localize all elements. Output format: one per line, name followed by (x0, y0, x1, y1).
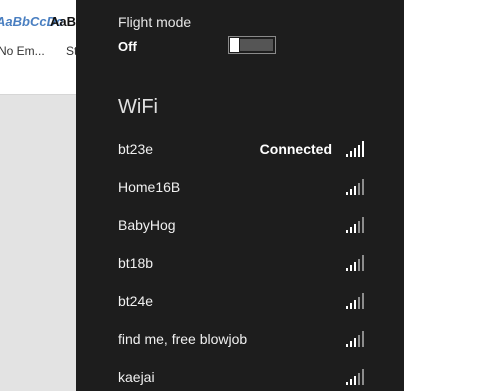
wifi-network-item[interactable]: Home16B (76, 169, 404, 207)
wifi-signal-icon (346, 254, 366, 271)
wifi-signal-icon (346, 140, 366, 157)
network-name: Home16B (118, 179, 181, 195)
wifi-network-item[interactable]: BabyHog (76, 207, 404, 245)
network-name: bt23e (118, 141, 154, 157)
wifi-network-item[interactable]: bt18b (76, 245, 404, 283)
networks-panel: Flight mode Off WiFi bt23e Connected Hom… (76, 0, 404, 391)
flight-mode-toggle[interactable] (228, 36, 276, 54)
toggle-thumb[interactable] (230, 38, 239, 52)
word-ribbon-fragment: AaBbCcDc AaB No Em... St (0, 0, 77, 95)
network-name: find me, free blowjob (118, 331, 248, 347)
network-status: Connected (259, 141, 332, 157)
wifi-signal-icon (346, 368, 366, 385)
wifi-section-title: WiFi (118, 96, 158, 118)
wifi-network-item[interactable]: kaejai (76, 359, 404, 391)
wifi-signal-icon (346, 216, 366, 233)
wifi-network-item[interactable]: bt24e (76, 283, 404, 321)
network-name: BabyHog (118, 217, 176, 233)
flight-mode-state: Off (118, 39, 137, 54)
wifi-signal-icon (346, 330, 366, 347)
network-name: bt18b (118, 255, 154, 271)
toggle-track (240, 39, 273, 51)
flight-mode-label: Flight mode (118, 14, 192, 30)
wifi-network-item[interactable]: bt23e Connected (76, 131, 404, 169)
wifi-signal-icon (346, 292, 366, 309)
network-name: bt24e (118, 293, 154, 309)
wifi-network-list: bt23e Connected Home16B BabyHog bt18b bt… (76, 131, 404, 391)
wifi-signal-icon (346, 178, 366, 195)
screen: AaBbCcDc AaB No Em... St Flight mode Off… (0, 0, 488, 391)
style-gallery-item-strong[interactable]: AaB (50, 14, 76, 29)
style-name-no-emphasis: No Em... (0, 44, 45, 58)
document-background (0, 95, 76, 391)
wifi-network-item[interactable]: find me, free blowjob (76, 321, 404, 359)
desktop-background (404, 0, 488, 391)
network-name: kaejai (118, 369, 155, 385)
